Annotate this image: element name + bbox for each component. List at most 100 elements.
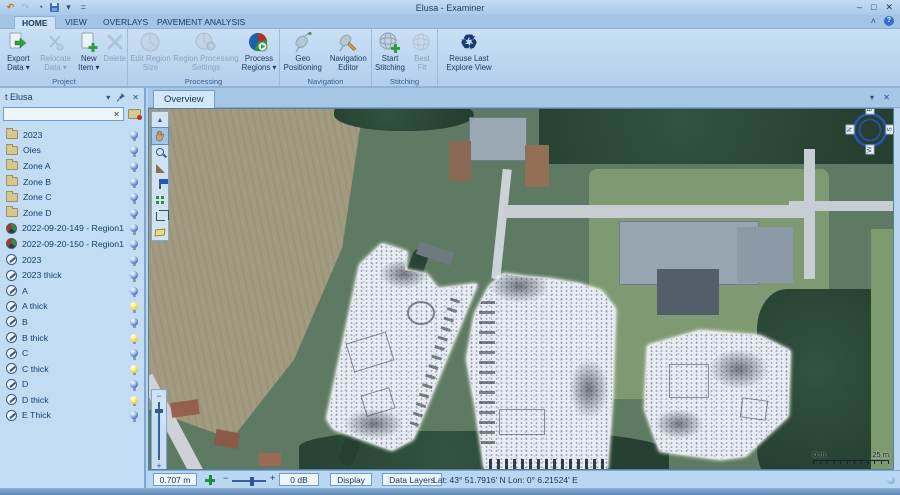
undo-icon[interactable]: ↶ [5, 3, 16, 12]
display-button[interactable]: Display [330, 473, 372, 486]
visibility-bulb-icon[interactable] [130, 240, 138, 248]
tab-list-dropdown-icon[interactable]: ▾ [870, 93, 874, 102]
tree-item[interactable]: C thick [0, 361, 144, 377]
navigation-editor-button[interactable]: Navigation Editor [326, 29, 372, 75]
gain-decrease-icon[interactable]: − [223, 473, 228, 483]
gain-slider-handle[interactable] [250, 477, 254, 486]
gain-value-box[interactable]: 0 dB [279, 473, 319, 486]
export-data-button[interactable]: Export Data ▾ [1, 29, 36, 75]
tree-item[interactable]: Oies [0, 143, 144, 159]
pin-icon[interactable] [117, 93, 125, 102]
save-icon[interactable] [50, 3, 59, 12]
polygon-select-tool[interactable] [152, 224, 168, 240]
restore-button[interactable]: □ [871, 2, 876, 13]
process-regions-button[interactable]: Process Regions ▾ [239, 29, 279, 75]
zoom-out-icon[interactable]: − [156, 391, 161, 401]
close-button[interactable]: ✕ [885, 2, 893, 13]
move-crosshair-icon[interactable] [205, 475, 215, 485]
visibility-bulb-icon[interactable] [130, 287, 138, 295]
visibility-bulb-icon[interactable] [130, 380, 138, 388]
visibility-bulb-icon[interactable] [130, 349, 138, 357]
tab-overlays[interactable]: OVERLAYS [96, 16, 155, 29]
tree-item[interactable]: B thick [0, 330, 144, 346]
qat-dropdown-icon[interactable]: ▾ [63, 3, 74, 12]
tree-item[interactable]: D thick [0, 392, 144, 408]
visibility-bulb-icon[interactable] [130, 271, 138, 279]
visibility-bulb-icon[interactable] [130, 334, 138, 342]
tree-item[interactable]: B [0, 314, 144, 330]
tree-item[interactable]: 2023 [0, 127, 144, 143]
delete-button[interactable]: Delete [102, 29, 127, 75]
tree-item[interactable]: C [0, 345, 144, 361]
tree-item[interactable]: Zone D [0, 205, 144, 221]
resize-grip-icon[interactable] [887, 476, 895, 484]
visibility-bulb-icon[interactable] [130, 411, 138, 419]
map-zoom-slider[interactable]: − + [151, 389, 167, 470]
ribbon-group-label: Processing [128, 77, 279, 86]
tree-item[interactable]: 2023 [0, 252, 144, 268]
depth-value-box[interactable]: 0.707 m [153, 473, 197, 486]
visibility-bulb-icon[interactable] [130, 178, 138, 186]
ribbon-group-label: Stitching [372, 77, 437, 86]
visibility-bulb-icon[interactable] [130, 162, 138, 170]
new-item-button[interactable]: New Item ▾ [75, 29, 102, 75]
layer-radar-icon [6, 254, 17, 265]
measure-tool[interactable] [152, 160, 168, 176]
visibility-bulb-icon[interactable] [130, 131, 138, 139]
flag-tool[interactable] [152, 176, 168, 192]
tab-home[interactable]: HOME [14, 16, 56, 29]
zoom-magnifier-tool[interactable] [152, 144, 168, 160]
visibility-bulb-icon[interactable] [130, 193, 138, 201]
tree-item[interactable]: E Thick [0, 408, 144, 424]
folder-filter-icon[interactable] [128, 109, 141, 119]
pan-hand-tool[interactable] [152, 128, 168, 144]
tree-item[interactable]: A thick [0, 299, 144, 315]
reuse-last-explore-view-button[interactable]: ♻ Reuse Last Explore View [438, 29, 500, 75]
tile-grid-tool[interactable] [152, 192, 168, 208]
tree-item[interactable]: Zone B [0, 174, 144, 190]
gain-increase-icon[interactable]: + [270, 473, 275, 483]
visibility-bulb-icon[interactable] [130, 146, 138, 154]
edit-region-size-button[interactable]: Edit Region Size [128, 29, 173, 75]
panel-dropdown-icon[interactable]: ▾ [106, 93, 110, 102]
relocate-data-button[interactable]: Relocate Data ▾ [36, 29, 76, 75]
qat-customize-icon[interactable]: = [78, 3, 89, 12]
visibility-bulb-icon[interactable] [130, 365, 138, 373]
geo-positioning-button[interactable]: Geo Positioning [280, 29, 326, 75]
ribbon-collapse-icon[interactable]: ˄ [871, 16, 876, 26]
region-processing-settings-button[interactable]: Region Processing Settings [173, 29, 239, 75]
visibility-bulb-icon[interactable] [130, 302, 138, 310]
tree-item[interactable]: D [0, 377, 144, 393]
minimize-button[interactable]: – [857, 2, 862, 13]
tab-pavement-analysis[interactable]: PAVEMENT ANALYSIS [150, 16, 252, 29]
start-stitching-button[interactable]: Start Stitching [372, 29, 408, 75]
zoom-slider-handle[interactable] [155, 409, 163, 413]
compass-rose[interactable]: E S W N [844, 108, 894, 156]
visibility-bulb-icon[interactable] [130, 256, 138, 264]
tab-view[interactable]: VIEW [58, 16, 94, 29]
redo-icon[interactable]: ↷ [20, 3, 31, 12]
visibility-bulb-icon[interactable] [130, 318, 138, 326]
collapse-toolbar-icon[interactable]: ▲ [152, 112, 168, 128]
crop-tool[interactable] [152, 208, 168, 224]
zoom-in-icon[interactable]: + [156, 461, 161, 470]
visibility-bulb-icon[interactable] [130, 209, 138, 217]
panel-close-icon[interactable]: ✕ [132, 93, 139, 102]
search-input[interactable]: ✕ [3, 107, 124, 121]
tree-item[interactable]: 2022-09-20-149 - Region1 [0, 221, 144, 237]
help-icon[interactable]: ? [884, 16, 894, 26]
search-clear-icon[interactable]: ✕ [113, 110, 123, 119]
visibility-bulb-icon[interactable] [130, 224, 138, 232]
tree-item[interactable]: Zone A [0, 158, 144, 174]
tree-item[interactable]: 2022-09-20-150 - Region1 [0, 236, 144, 252]
history-icon[interactable]: ◔ [35, 3, 46, 12]
best-fit-button[interactable]: Best Fit [408, 29, 436, 75]
tree-item[interactable]: Zone C [0, 189, 144, 205]
map-viewport[interactable]: ▲ − + E S W N 0 m [148, 108, 894, 470]
gain-slider[interactable] [232, 480, 266, 482]
tree-item[interactable]: 2023 thick [0, 267, 144, 283]
visibility-bulb-icon[interactable] [130, 396, 138, 404]
tree-item[interactable]: A [0, 283, 144, 299]
tab-close-icon[interactable]: ✕ [883, 93, 890, 102]
tab-overview[interactable]: Overview [153, 90, 215, 108]
